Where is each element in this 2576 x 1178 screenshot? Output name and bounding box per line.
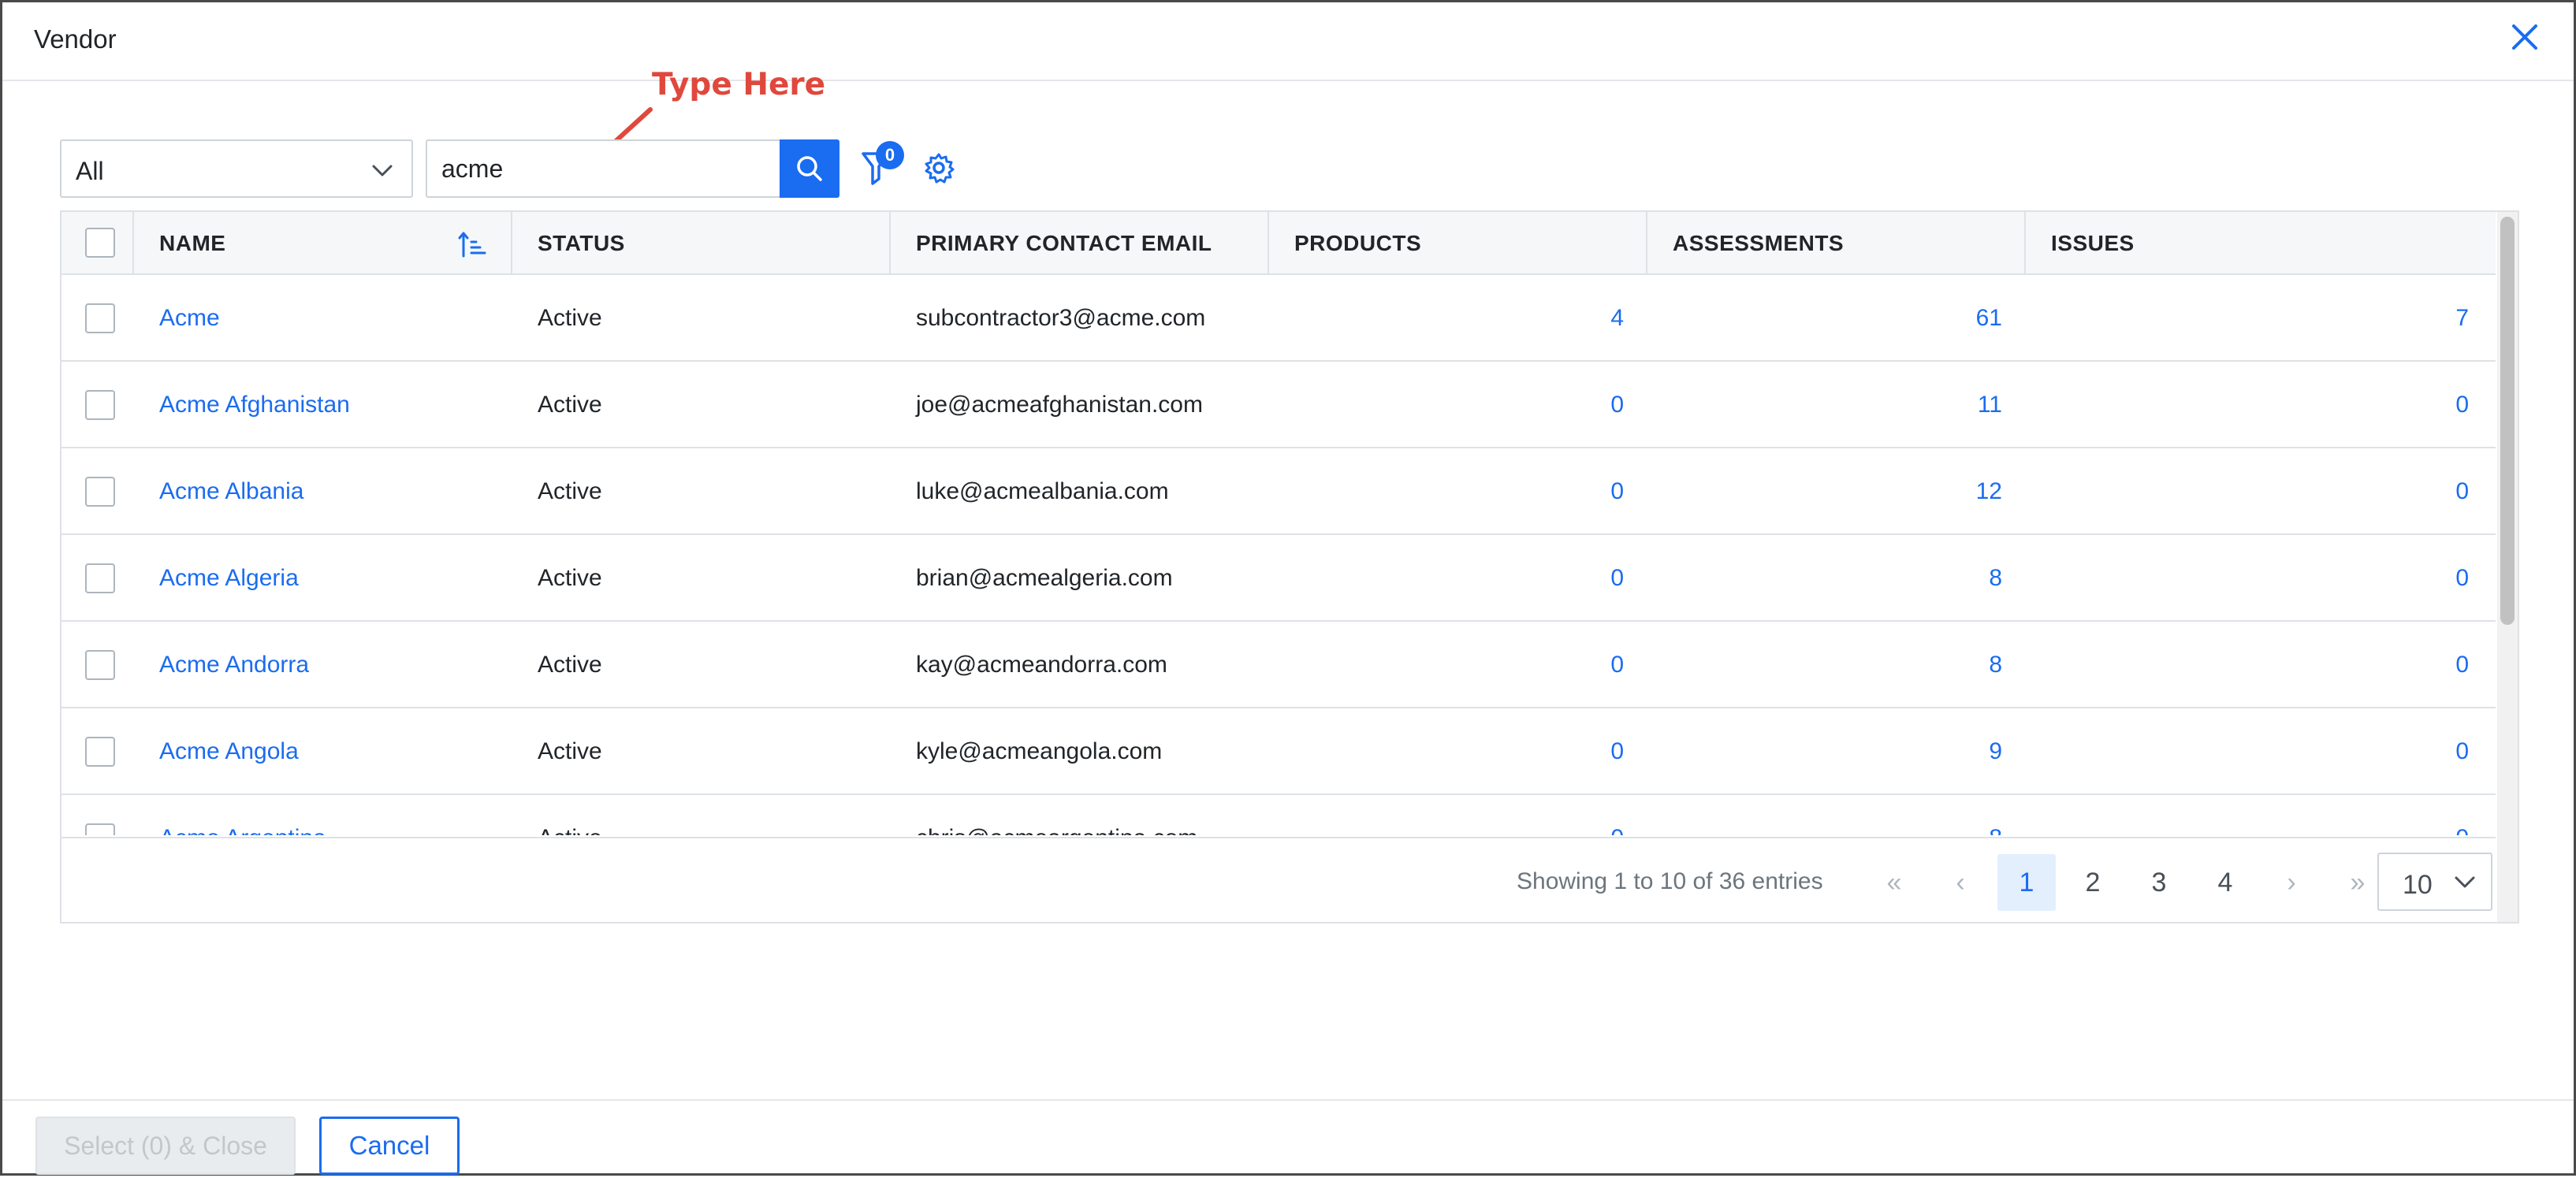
sort-ascending-icon[interactable]	[457, 229, 489, 261]
row-checkbox[interactable]	[85, 303, 115, 333]
assessments-count-link[interactable]: 8	[1647, 565, 2002, 592]
header-select-cell	[61, 212, 134, 273]
vendor-table: NAME STATUS PRIMARY CONTACT EMAIL PRODUC…	[60, 210, 2519, 923]
table-row: Acme Afghanistan Active joe@acmeafghanis…	[61, 362, 2496, 448]
table-row: Acme Albania Active luke@acmealbania.com…	[61, 448, 2496, 535]
status-text: Active	[538, 565, 602, 591]
issues-count-link[interactable]: 0	[2026, 738, 2469, 765]
table-row: Acme Active subcontractor3@acme.com 4 61…	[61, 275, 2496, 362]
row-checkbox[interactable]	[85, 390, 115, 420]
email-text: brian@acmealgeria.com	[916, 565, 1173, 591]
vendor-name-link[interactable]: Acme Afghanistan	[159, 392, 350, 418]
products-count-link[interactable]: 0	[1269, 738, 1624, 765]
status-text: Active	[538, 738, 602, 764]
status-filter-select[interactable]: All	[60, 139, 413, 198]
row-checkbox[interactable]	[85, 650, 115, 680]
table-row: Acme Algeria Active brian@acmealgeria.co…	[61, 535, 2496, 622]
next-page-button[interactable]: ›	[2262, 854, 2321, 911]
products-count-link[interactable]: 0	[1269, 652, 1624, 678]
table-header: NAME STATUS PRIMARY CONTACT EMAIL PRODUC…	[61, 212, 2496, 275]
email-text: chris@acmeargentina.com	[916, 825, 1197, 835]
page-button-1[interactable]: 1	[1997, 854, 2056, 911]
issues-count-link[interactable]: 0	[2026, 652, 2469, 678]
issues-count-link[interactable]: 7	[2026, 305, 2469, 332]
vendor-name-link[interactable]: Acme Angola	[159, 738, 299, 765]
vendor-name-link[interactable]: Acme Andorra	[159, 652, 309, 678]
table-row: Acme Argentina Active chris@acmeargentin…	[61, 795, 2496, 835]
products-count-link[interactable]: 4	[1269, 305, 1624, 332]
table-row: Acme Andorra Active kay@acmeandorra.com …	[61, 622, 2496, 708]
page-size-select[interactable]: 10	[2377, 853, 2492, 911]
select-and-close-button[interactable]: Select (0) & Close	[35, 1117, 296, 1175]
dialog-header: Vendor	[2, 2, 2574, 81]
assessments-count-link[interactable]: 11	[1647, 392, 2002, 418]
entries-summary: Showing 1 to 10 of 36 entries	[1517, 868, 1823, 894]
row-checkbox[interactable]	[85, 737, 115, 767]
column-header-products[interactable]: PRODUCTS	[1269, 212, 1647, 273]
products-count-link[interactable]: 0	[1269, 825, 1624, 835]
email-text: kay@acmeandorra.com	[916, 652, 1167, 678]
dialog-title: Vendor	[34, 24, 117, 54]
table-scrollbar-thumb[interactable]	[2500, 217, 2515, 625]
column-header-email[interactable]: PRIMARY CONTACT EMAIL	[891, 212, 1269, 273]
page-button-4[interactable]: 4	[2196, 854, 2254, 911]
status-text: Active	[538, 392, 602, 418]
status-text: Active	[538, 825, 602, 835]
row-checkbox[interactable]	[85, 477, 115, 507]
search-input[interactable]	[426, 139, 780, 198]
assessments-count-link[interactable]: 12	[1647, 478, 2002, 505]
issues-count-link[interactable]: 0	[2026, 392, 2469, 418]
vendor-dialog: Vendor Type Here All 0 NAME	[0, 0, 2576, 1176]
products-count-link[interactable]: 0	[1269, 565, 1624, 592]
status-text: Active	[538, 478, 602, 504]
search-icon	[797, 156, 822, 181]
status-filter-value: All	[76, 157, 104, 185]
status-text: Active	[538, 305, 602, 331]
assessments-count-link[interactable]: 9	[1647, 738, 2002, 765]
previous-page-button[interactable]: ‹	[1931, 854, 1990, 911]
column-header-assessments[interactable]: ASSESSMENTS	[1647, 212, 2026, 273]
vendor-name-link[interactable]: Acme	[159, 305, 220, 332]
table-row: Acme Angola Active kyle@acmeangola.com 0…	[61, 708, 2496, 795]
email-text: luke@acmealbania.com	[916, 478, 1169, 504]
page-size-value: 10	[2403, 870, 2433, 900]
dialog-footer: Select (0) & Close Cancel	[2, 1099, 2574, 1178]
row-checkbox[interactable]	[85, 563, 115, 593]
filter-count-badge: 0	[876, 141, 904, 169]
page-button-3[interactable]: 3	[2130, 854, 2188, 911]
pagination-bar: Showing 1 to 10 of 36 entries « ‹ 1 2 3 …	[61, 837, 2496, 922]
first-page-button[interactable]: «	[1865, 854, 1923, 911]
close-icon[interactable]	[2506, 18, 2544, 56]
status-text: Active	[538, 652, 602, 678]
chevron-down-icon	[372, 165, 393, 177]
vendor-name-link[interactable]: Acme Argentina	[159, 825, 326, 835]
products-count-link[interactable]: 0	[1269, 478, 1624, 505]
email-text: kyle@acmeangola.com	[916, 738, 1163, 764]
table-body: Acme Active subcontractor3@acme.com 4 61…	[61, 275, 2496, 835]
column-header-status[interactable]: STATUS	[512, 212, 891, 273]
annotation-label: Type Here	[652, 67, 826, 102]
select-all-checkbox[interactable]	[85, 228, 115, 258]
gear-icon	[925, 153, 955, 184]
products-count-link[interactable]: 0	[1269, 392, 1624, 418]
search-button[interactable]	[780, 139, 839, 198]
column-header-name[interactable]: NAME	[134, 212, 512, 273]
assessments-count-link[interactable]: 8	[1647, 825, 2002, 835]
email-text: subcontractor3@acme.com	[916, 305, 1206, 331]
cancel-button[interactable]: Cancel	[319, 1117, 460, 1175]
email-text: joe@acmeafghanistan.com	[916, 392, 1203, 418]
row-checkbox[interactable]	[85, 823, 115, 835]
chevron-down-icon	[2455, 876, 2475, 888]
settings-button[interactable]	[923, 152, 955, 184]
page-button-2[interactable]: 2	[2064, 854, 2122, 911]
assessments-count-link[interactable]: 8	[1647, 652, 2002, 678]
vendor-name-link[interactable]: Acme Albania	[159, 478, 303, 505]
column-header-issues[interactable]: ISSUES	[2026, 212, 2496, 273]
issues-count-link[interactable]: 0	[2026, 825, 2469, 835]
vendor-name-link[interactable]: Acme Algeria	[159, 565, 299, 592]
issues-count-link[interactable]: 0	[2026, 565, 2469, 592]
issues-count-link[interactable]: 0	[2026, 478, 2469, 505]
assessments-count-link[interactable]: 61	[1647, 305, 2002, 332]
